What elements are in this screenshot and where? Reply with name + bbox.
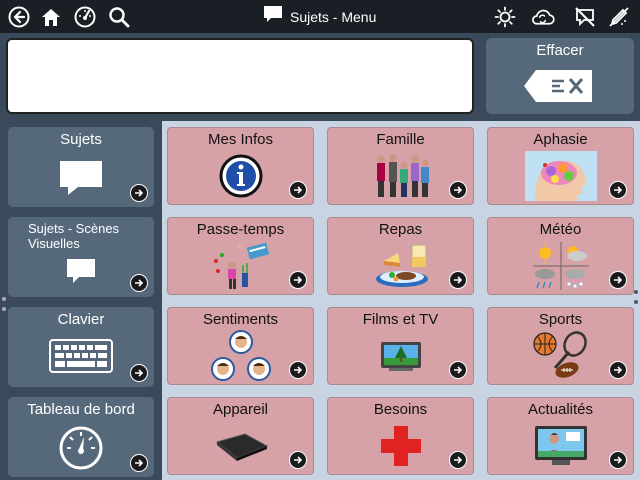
speech-bubble-icon [262, 4, 284, 29]
search-icon[interactable] [106, 4, 131, 29]
tile-films-tv[interactable]: Films et TV [327, 307, 474, 385]
left-tile-label: Clavier [57, 311, 105, 328]
tile-label: Actualités [527, 401, 594, 418]
tile-actualites[interactable]: Actualités [487, 397, 634, 475]
arrow-right-icon[interactable] [449, 451, 467, 469]
arrow-right-icon[interactable] [289, 271, 307, 289]
left-tile-label: Sujets [60, 131, 102, 148]
arrow-right-icon[interactable] [130, 184, 148, 202]
tile-label: Passe-temps [196, 221, 285, 238]
tile-label: Besoins [373, 401, 428, 418]
page-indicator-dot [634, 300, 638, 304]
arrow-right-icon[interactable] [130, 454, 148, 472]
left-tile-visual-scenes[interactable]: Sujets - Scènes Visuelles [8, 217, 154, 297]
arrow-right-icon[interactable] [449, 181, 467, 199]
arrow-right-icon[interactable] [289, 451, 307, 469]
tile-aphasie[interactable]: Aphasie [487, 127, 634, 205]
arrow-right-icon[interactable] [449, 271, 467, 289]
arrow-right-icon[interactable] [289, 361, 307, 379]
arrow-right-icon[interactable] [609, 451, 627, 469]
home-icon[interactable] [38, 4, 63, 29]
tile-label: Mes Infos [207, 131, 274, 148]
arrow-right-icon[interactable] [609, 271, 627, 289]
tile-label: Sentiments [202, 311, 279, 328]
tile-meteo[interactable]: Météo [487, 217, 634, 295]
page-indicator-dot [634, 290, 638, 294]
tile-sports[interactable]: Sports [487, 307, 634, 385]
page-title: Sujets - Menu [262, 4, 376, 29]
speech-off-icon[interactable] [572, 4, 597, 29]
tile-label: Sports [538, 311, 583, 328]
arrow-right-icon[interactable] [609, 181, 627, 199]
page-indicator-dot [2, 297, 6, 301]
clear-icon [522, 68, 598, 109]
topic-grid: Mes Infos Famille Aphasie Passe-temps Re… [162, 121, 640, 480]
tile-sentiments[interactable]: Sentiments [167, 307, 314, 385]
tile-passe-temps[interactable]: Passe-temps [167, 217, 314, 295]
arrow-right-icon[interactable] [289, 181, 307, 199]
left-navigation: Sujets Sujets - Scènes Visuelles Clavier… [0, 121, 162, 480]
top-bar: Sujets - Menu [0, 0, 640, 33]
sync-icon[interactable] [530, 4, 555, 29]
message-window[interactable] [6, 38, 474, 114]
arrow-right-icon[interactable] [130, 274, 148, 292]
page-title-text: Sujets - Menu [290, 8, 377, 25]
dashboard-icon[interactable] [72, 4, 97, 29]
tile-label: Aphasie [533, 131, 588, 148]
brightness-icon[interactable] [492, 4, 517, 29]
page-indicator-dot [2, 307, 6, 311]
clear-button[interactable]: Effacer [486, 38, 634, 114]
tile-mes-infos[interactable]: Mes Infos [167, 127, 314, 205]
tile-besoins[interactable]: Besoins [327, 397, 474, 475]
left-tile-label: Tableau de bord [27, 401, 135, 418]
arrow-right-icon[interactable] [609, 361, 627, 379]
arrow-right-icon[interactable] [449, 361, 467, 379]
left-tile-label: Sujets - Scènes Visuelles [28, 221, 120, 251]
tile-label: Famille [376, 131, 425, 148]
tile-famille[interactable]: Famille [327, 127, 474, 205]
tile-label: Météo [539, 221, 582, 238]
left-tile-sujets[interactable]: Sujets [8, 127, 154, 207]
clear-button-label: Effacer [536, 42, 584, 59]
left-tile-dashboard[interactable]: Tableau de bord [8, 397, 154, 477]
message-bar: Effacer [0, 33, 640, 121]
left-tile-keyboard[interactable]: Clavier [8, 307, 154, 387]
tile-label: Films et TV [362, 311, 439, 328]
tile-label: Repas [378, 221, 423, 238]
tile-label: Appareil [212, 401, 269, 418]
edit-icon[interactable] [606, 4, 631, 29]
arrow-right-icon[interactable] [130, 364, 148, 382]
back-icon[interactable] [6, 4, 31, 29]
tile-appareil[interactable]: Appareil [167, 397, 314, 475]
tile-repas[interactable]: Repas [327, 217, 474, 295]
